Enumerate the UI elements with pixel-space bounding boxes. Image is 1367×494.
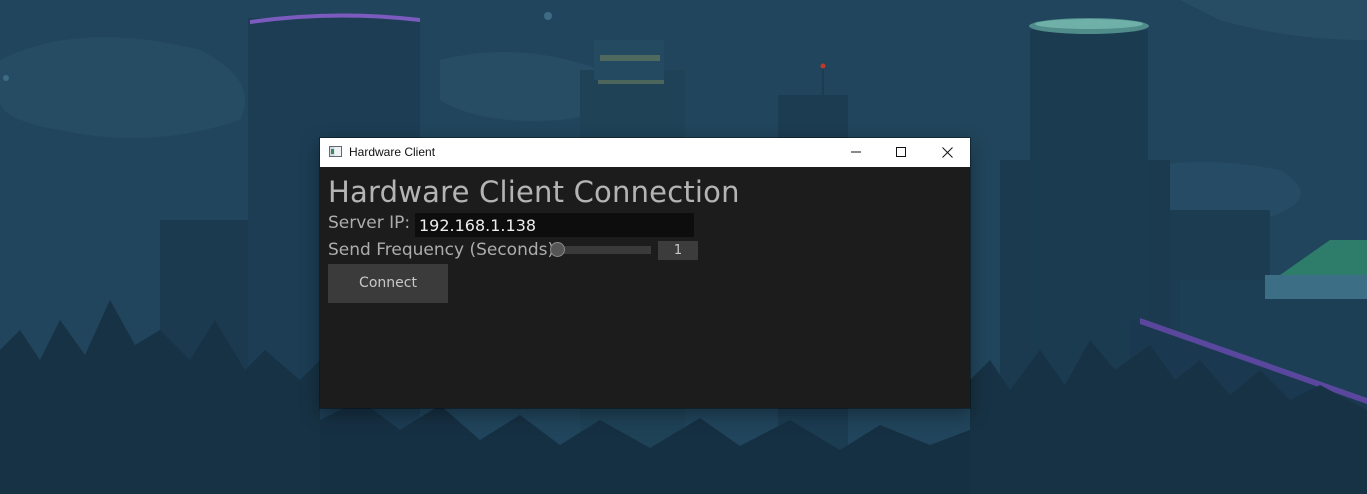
client-panel: Hardware Client Connection Server IP: Se…	[320, 168, 970, 408]
server-ip-input[interactable]	[415, 213, 694, 237]
send-frequency-slider-thumb[interactable]	[550, 242, 565, 257]
app-window: Hardware Client Hardware Client Connecti…	[320, 138, 970, 408]
desktop: Hardware Client Hardware Client Connecti…	[0, 0, 1367, 494]
send-frequency-label: Send Frequency (Seconds):	[328, 240, 560, 260]
maximize-icon	[896, 147, 906, 157]
close-button[interactable]	[924, 138, 970, 167]
app-icon	[329, 146, 342, 157]
close-icon	[942, 147, 953, 158]
connect-button[interactable]: Connect	[328, 264, 448, 303]
title-bar[interactable]: Hardware Client	[320, 138, 970, 167]
minimize-button[interactable]	[833, 138, 879, 167]
minimize-icon	[851, 151, 861, 153]
page-title: Hardware Client Connection	[328, 175, 740, 209]
send-frequency-slider[interactable]	[553, 246, 651, 254]
maximize-button[interactable]	[878, 138, 924, 167]
send-frequency-value: 1	[658, 241, 698, 260]
server-ip-label: Server IP:	[328, 213, 411, 233]
window-title: Hardware Client	[349, 145, 436, 159]
